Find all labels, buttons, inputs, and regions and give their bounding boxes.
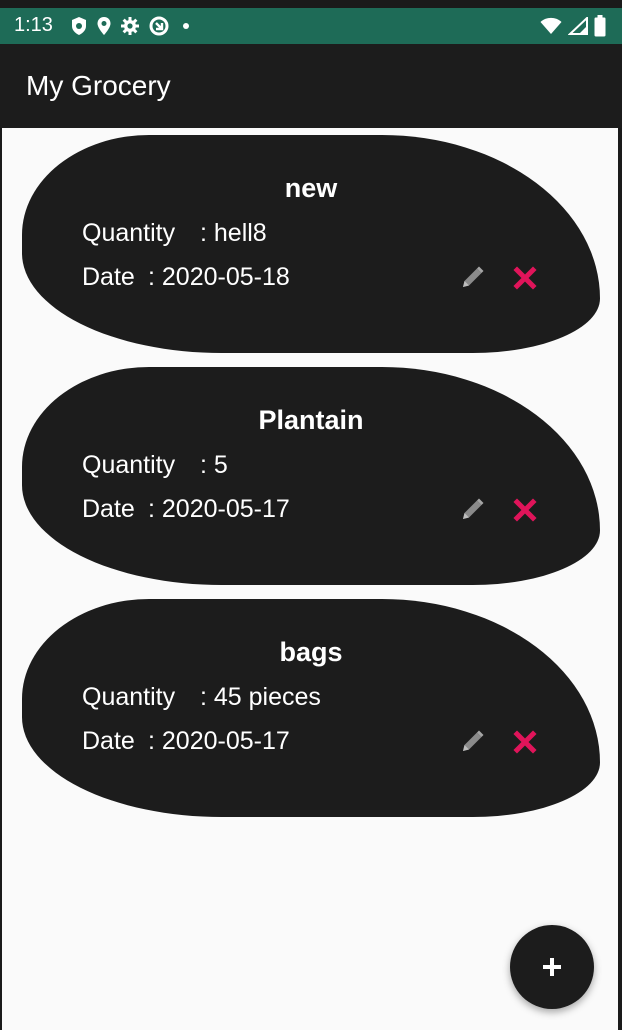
quantity-label: Quantity xyxy=(82,683,176,711)
settings-icon xyxy=(121,17,139,35)
delete-item-button[interactable] xyxy=(512,265,538,291)
location-icon xyxy=(97,17,111,35)
delete-item-button[interactable] xyxy=(512,497,538,523)
item-name: Plantain xyxy=(258,405,364,435)
data-saver-icon xyxy=(149,16,169,36)
close-icon xyxy=(513,498,537,522)
quantity-label: Quantity xyxy=(82,451,176,479)
close-icon xyxy=(513,730,537,754)
signal-icon xyxy=(568,17,588,35)
date-value: : 2020-05-17 xyxy=(148,495,290,523)
edit-item-button[interactable] xyxy=(458,264,486,292)
grocery-list[interactable]: new Quantity : hell8 Date : 2020-05-18 Pla… xyxy=(2,128,618,1030)
wifi-icon xyxy=(540,17,562,34)
pencil-icon xyxy=(463,730,484,751)
edit-item-button[interactable] xyxy=(458,496,486,524)
grocery-item-card[interactable]: new Quantity : hell8 Date : 2020-05-18 xyxy=(22,135,600,353)
shield-icon xyxy=(72,17,86,35)
item-name: bags xyxy=(279,637,343,667)
app-bar: My Grocery xyxy=(0,44,622,128)
item-quantity: Quantity : 5 xyxy=(82,451,228,480)
date-label: Date xyxy=(82,263,135,291)
quantity-value: : hell8 xyxy=(200,219,267,247)
date-value: : 2020-05-18 xyxy=(148,263,290,291)
grocery-item-card[interactable]: Plantain Quantity : 5 Date : 2020-05-17 xyxy=(22,367,600,585)
quantity-value: : 5 xyxy=(200,451,228,479)
date-value: : 2020-05-17 xyxy=(148,727,290,755)
add-item-button[interactable] xyxy=(510,925,594,1009)
status-time: 1:13 xyxy=(14,14,53,36)
close-icon xyxy=(513,266,537,290)
quantity-label: Quantity xyxy=(82,219,176,247)
quantity-value: : 45 pieces xyxy=(200,683,321,711)
dot-icon xyxy=(183,23,189,29)
delete-item-button[interactable] xyxy=(512,729,538,755)
item-quantity: Quantity : 45 pieces xyxy=(82,683,321,712)
app-title: My Grocery xyxy=(26,70,171,101)
battery-icon xyxy=(594,15,606,37)
item-date: Date : 2020-05-18 xyxy=(82,263,290,292)
edit-item-button[interactable] xyxy=(458,728,486,756)
plus-icon xyxy=(543,958,561,976)
date-label: Date xyxy=(82,727,135,755)
date-label: Date xyxy=(82,495,135,523)
status-icons-right xyxy=(540,15,606,37)
pencil-icon xyxy=(463,266,484,287)
grocery-item-card[interactable]: bags Quantity : 45 pieces Date : 2020-05-1… xyxy=(22,599,600,817)
item-name: new xyxy=(284,173,338,203)
status-bar: 1:13 xyxy=(0,8,622,44)
pencil-icon xyxy=(463,498,484,519)
item-date: Date : 2020-05-17 xyxy=(82,495,290,524)
item-date: Date : 2020-05-17 xyxy=(82,727,290,756)
status-icons-left xyxy=(70,15,194,37)
item-quantity: Quantity : hell8 xyxy=(82,219,267,248)
